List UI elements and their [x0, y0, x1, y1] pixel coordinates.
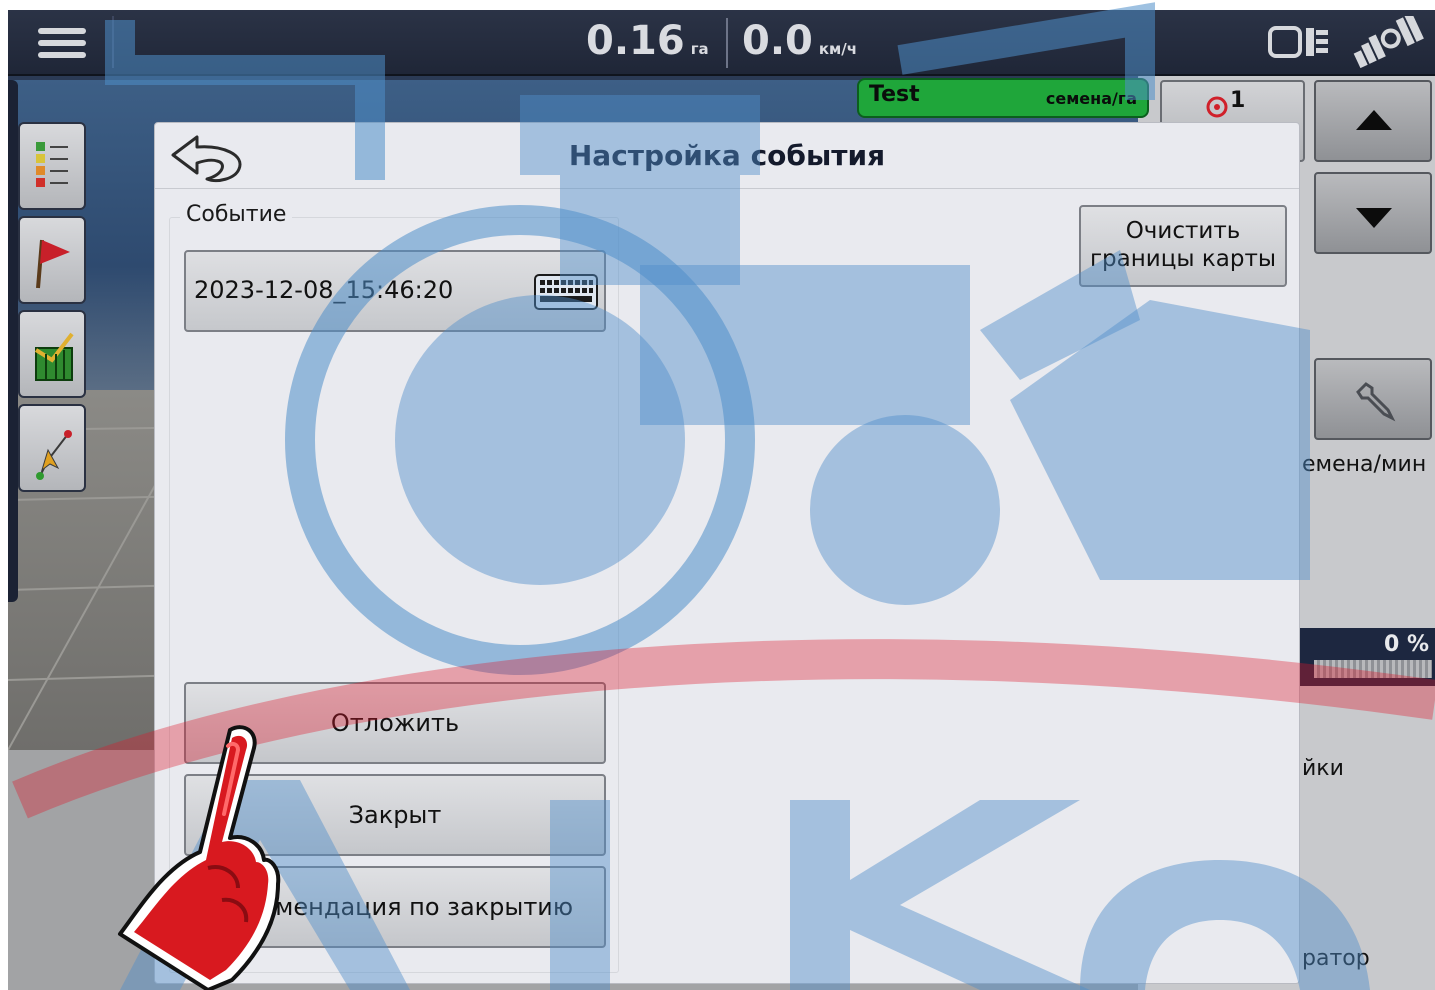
tab-legend[interactable] — [18, 122, 86, 210]
status-top-bar: 0.16 га 0.0 км/ч — [8, 10, 1435, 76]
target-count: 1 — [1230, 88, 1246, 113]
menu-button[interactable] — [26, 18, 110, 68]
event-settings-dialog: Настройка события Событие 2023-12-08_15:… — [154, 122, 1300, 984]
display-toggle-icon[interactable] — [1266, 20, 1336, 64]
target-icon — [1206, 96, 1228, 118]
metric-divider — [726, 18, 728, 68]
gps-signal-icon — [1353, 16, 1424, 68]
area-unit: га — [690, 40, 709, 58]
topbar-divider — [112, 16, 114, 68]
area-readout: 0.16 га — [586, 18, 709, 68]
postpone-button[interactable]: Отложить — [184, 682, 606, 764]
dialog-header: Настройка события — [155, 123, 1299, 189]
scroll-up-button[interactable] — [1314, 80, 1432, 162]
event-name-value: 2023-12-08_15:46:20 — [194, 276, 454, 304]
progress-meter — [1314, 660, 1432, 678]
product-badge[interactable]: Test семена/га — [857, 78, 1149, 118]
guidance-path-icon — [36, 430, 72, 480]
scroll-down-button[interactable] — [1314, 172, 1432, 254]
clear-map-label-line2: границы карты — [1089, 246, 1277, 272]
area-value: 0.16 — [586, 18, 685, 64]
keyboard-icon[interactable] — [534, 274, 598, 310]
clear-map-bounds-button[interactable]: Очистить границы карты — [1079, 205, 1287, 287]
event-group: Событие 2023-12-08_15:46:20 Отложить Зак… — [169, 202, 619, 973]
close-event-button[interactable]: Закрыт — [184, 774, 606, 856]
operator-partial-label: ратор — [1302, 946, 1370, 971]
tab-flags[interactable] — [18, 216, 86, 304]
dialog-title: Настройка события — [568, 139, 886, 172]
settings-wrench-button[interactable] — [1314, 358, 1432, 440]
close-recommendation-button[interactable]: Рекомендация по закрытию — [184, 866, 606, 948]
percent-readout: 0 % — [1383, 632, 1429, 657]
speed-unit: км/ч — [818, 40, 858, 58]
rate-unit-partial-label: емена/мин — [1302, 452, 1427, 477]
wrench-icon — [1356, 382, 1396, 422]
tab-summary[interactable] — [18, 310, 86, 398]
speed-readout: 0.0 км/ч — [742, 18, 857, 68]
product-name: Test — [869, 82, 920, 107]
event-group-label: Событие — [180, 202, 293, 227]
flag-icon — [36, 239, 70, 289]
down-arrow-icon — [1356, 208, 1392, 228]
up-arrow-icon — [1356, 110, 1392, 130]
summary-chart-icon — [34, 332, 74, 381]
left-tab-strip — [8, 80, 18, 602]
settings-partial-label: йки — [1302, 756, 1344, 781]
tab-guidance[interactable] — [18, 404, 86, 492]
product-rate-unit: семена/га — [1045, 89, 1137, 108]
display-screen: Test семена/га 1 емена/мин 0 % йки ратор — [8, 10, 1435, 990]
legend-list-icon — [36, 142, 68, 187]
event-name-field[interactable]: 2023-12-08_15:46:20 — [184, 250, 606, 332]
speed-value: 0.0 — [742, 18, 813, 64]
hamburger-menu-icon — [38, 28, 86, 58]
clear-map-label-line1: Очистить — [1125, 218, 1241, 244]
progress-panel: 0 % — [1300, 628, 1435, 686]
